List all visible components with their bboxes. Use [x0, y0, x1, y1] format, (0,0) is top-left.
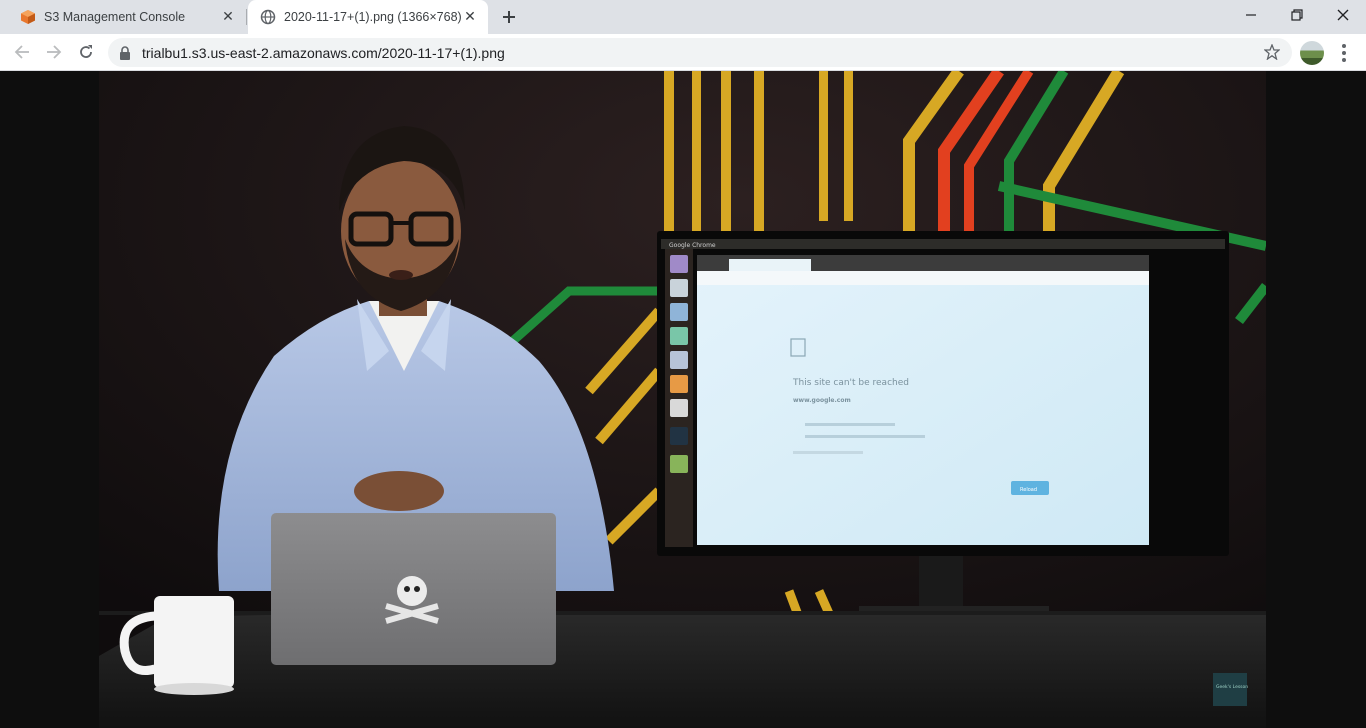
channel-watermark: Geek's Lesson [1213, 673, 1248, 706]
displayed-image: Google Chrome This site can't be reached… [99, 71, 1266, 728]
arrow-right-icon [47, 45, 62, 59]
close-tab-icon[interactable]: ✕ [220, 9, 236, 25]
plus-icon [503, 11, 515, 23]
restore-icon [1291, 9, 1303, 21]
tab-title: 2020-11-17+(1).png (1366×768) [284, 10, 462, 24]
monitor-error-domain: www.google.com [793, 397, 851, 404]
forward-button[interactable] [40, 38, 68, 66]
profile-avatar[interactable] [1300, 41, 1324, 65]
restore-button[interactable] [1274, 0, 1320, 30]
tab-separator [246, 9, 247, 25]
laptop [271, 513, 556, 665]
watermark-text: Geek's Lesson [1216, 684, 1248, 690]
minimize-icon [1246, 14, 1256, 16]
image-viewport: Google Chrome This site can't be reached… [0, 71, 1366, 728]
tab-image[interactable]: 2020-11-17+(1).png (1366×768) ✕ [248, 0, 488, 34]
reload-button[interactable] [72, 38, 100, 66]
monitor-window-title: Google Chrome [669, 242, 716, 249]
chrome-menu-icon[interactable] [1334, 40, 1354, 66]
address-bar[interactable]: trialbu1.s3.us-east-2.amazonaws.com/2020… [108, 38, 1292, 67]
tab-strip: S3 Management Console ✕ 2020-11-17+(1).p… [0, 0, 1366, 34]
tab-title: S3 Management Console [44, 10, 186, 24]
browser-toolbar: trialbu1.s3.us-east-2.amazonaws.com/2020… [0, 34, 1366, 71]
close-window-button[interactable] [1320, 0, 1366, 30]
bookmark-star-icon[interactable] [1264, 44, 1280, 60]
monitor-error-heading: This site can't be reached [792, 378, 909, 388]
globe-icon [260, 9, 276, 25]
tab-s3-console[interactable]: S3 Management Console ✕ [8, 0, 246, 34]
monitor-reload-button: Reload [1020, 487, 1037, 493]
url-text: trialbu1.s3.us-east-2.amazonaws.com/2020… [142, 44, 505, 61]
minimize-button[interactable] [1228, 0, 1274, 30]
back-button[interactable] [8, 38, 36, 66]
arrow-left-icon [14, 45, 29, 59]
aws-s3-icon [20, 9, 36, 25]
reload-icon [80, 45, 92, 58]
new-tab-button[interactable] [496, 5, 522, 29]
close-tab-icon[interactable]: ✕ [462, 9, 478, 25]
close-icon [1337, 9, 1349, 21]
lock-icon [118, 45, 132, 60]
